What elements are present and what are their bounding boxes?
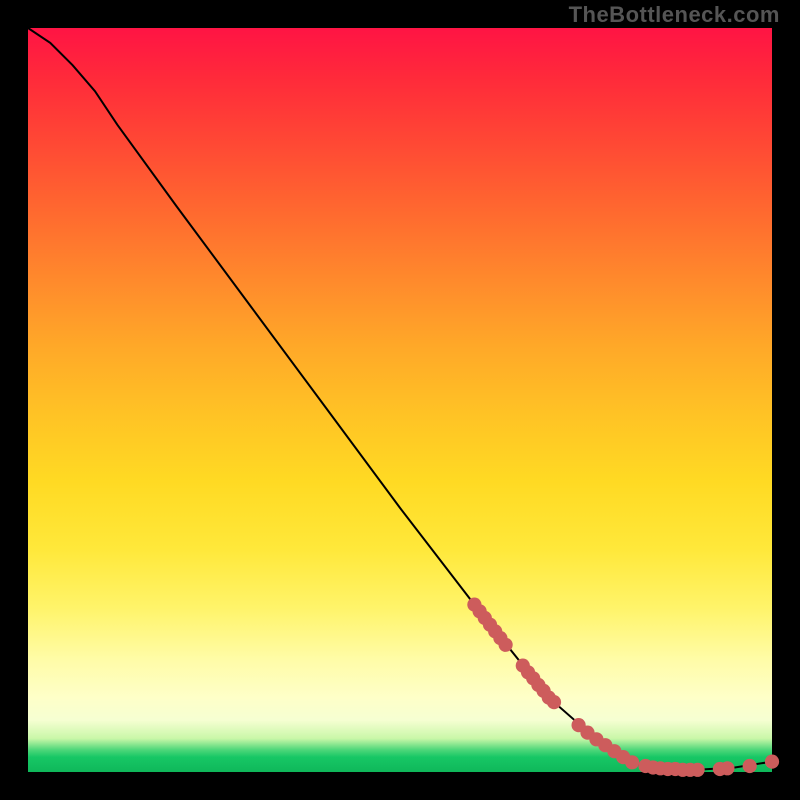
plot-svg: [28, 28, 772, 772]
data-dots: [467, 598, 779, 777]
data-dot: [547, 695, 561, 709]
data-dot: [720, 761, 734, 775]
watermark-text: TheBottleneck.com: [569, 2, 780, 28]
data-dot: [499, 638, 513, 652]
data-dot: [625, 755, 639, 769]
data-dot: [691, 763, 705, 777]
chart-stage: TheBottleneck.com: [0, 0, 800, 800]
data-dot: [765, 755, 779, 769]
plot-area: [28, 28, 772, 772]
bottleneck-curve: [28, 28, 772, 770]
data-dot: [743, 759, 757, 773]
